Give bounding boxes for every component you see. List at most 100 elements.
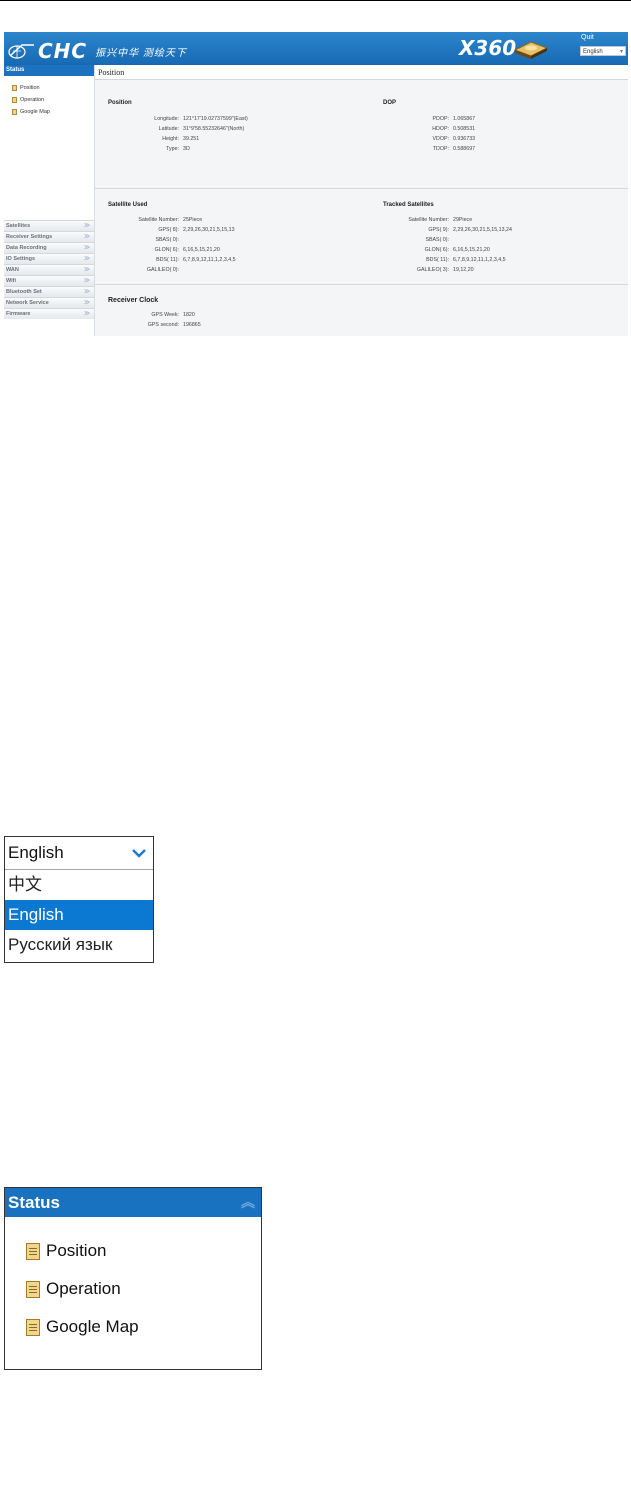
kv-value: 0.936733 bbox=[453, 136, 476, 142]
kv-value: 121°17'19.02737599"(East) bbox=[183, 116, 248, 122]
language-options: 中文 English Русский язык bbox=[5, 869, 153, 960]
kv-row: PDOP: 1.065867 bbox=[383, 116, 476, 122]
page-top-rule bbox=[0, 0, 631, 1]
sidebar-link-google-map[interactable]: Google Map bbox=[12, 106, 94, 118]
sidebar-section-label: Firmware bbox=[6, 311, 31, 317]
kv-label: BDS( 11): bbox=[156, 257, 179, 263]
sidebar-section-wifi[interactable]: Wifi ≫ bbox=[4, 275, 94, 286]
kv-row: Latitude: 31°9'58.55232646"(North) bbox=[105, 126, 245, 132]
clipboard-icon bbox=[26, 1280, 40, 1298]
kv-label: GPS Week: bbox=[151, 312, 179, 318]
tracked-satellites-heading: Tracked Satellites bbox=[383, 202, 434, 208]
kv-label: Height: bbox=[162, 136, 179, 142]
status-item-position[interactable]: Position bbox=[26, 1232, 261, 1270]
sidebar-status-header[interactable]: Status bbox=[4, 65, 94, 76]
status-item-label: Position bbox=[46, 1241, 107, 1260]
chevron-down-icon: ▾ bbox=[619, 49, 623, 55]
sidebar-section-label: Network Service bbox=[6, 300, 49, 306]
kv-row: Longitude: 121°17'19.02737599"(East) bbox=[105, 116, 248, 122]
kv-row: GPS second: 196865 bbox=[105, 322, 201, 328]
language-option-english[interactable]: English bbox=[5, 900, 153, 930]
kv-label: GLON( 6): bbox=[154, 247, 179, 253]
kv-value: 19,12,20 bbox=[453, 267, 474, 273]
sidebar-section-label: IO Settings bbox=[6, 256, 36, 262]
sidebar-section-data-recording[interactable]: Data Recording ≫ bbox=[4, 242, 94, 253]
kv-row: GPS Week: 1820 bbox=[105, 312, 195, 318]
sidebar: Status Position Operation Google Map Sat… bbox=[4, 65, 95, 336]
kv-value: 2,29,26,30,21,5,15,13,24 bbox=[453, 227, 512, 233]
receiver-device-icon bbox=[513, 41, 549, 59]
kv-row: GALILEO( 0): bbox=[105, 267, 183, 273]
kv-row: GALILEO( 3): 19,12,20 bbox=[383, 267, 474, 273]
sidebar-section-label: Wifi bbox=[6, 278, 17, 284]
kv-label: BDS( 11): bbox=[426, 257, 449, 263]
kv-label: GALILEO( 0): bbox=[146, 267, 179, 273]
chevron-down-icon: ≫ bbox=[83, 311, 90, 317]
sidebar-link-label: Operation bbox=[20, 96, 45, 103]
main-content: Position Position Longitude: 121°17'19.02… bbox=[95, 65, 628, 336]
globe-logo-icon bbox=[8, 44, 34, 59]
kv-label: SBAS( 0): bbox=[155, 237, 179, 243]
sidebar-section-label: Data Recording bbox=[6, 245, 47, 251]
kv-label: TDOP: bbox=[432, 146, 449, 152]
kv-value: 196865 bbox=[183, 322, 201, 328]
kv-value: 1820 bbox=[183, 312, 195, 318]
dop-heading: DOP bbox=[383, 100, 397, 106]
sidebar-section-io-settings[interactable]: IO Settings ≫ bbox=[4, 253, 94, 264]
sidebar-section-network-service[interactable]: Network Service ≫ bbox=[4, 297, 94, 308]
kv-row: TDOP: 0.588697 bbox=[383, 146, 475, 152]
sidebar-section-bluetooth-set[interactable]: Bluetooth Set ≫ bbox=[4, 286, 94, 297]
chevron-down-icon: ≫ bbox=[83, 245, 90, 251]
language-select-value: English bbox=[583, 49, 603, 55]
brand-name: CHC bbox=[38, 39, 88, 63]
chevron-down-icon: ≫ bbox=[83, 267, 90, 273]
position-dop-panel: Position Longitude: 121°17'19.02737599"(E… bbox=[95, 80, 628, 189]
language-dropdown-selected[interactable]: English bbox=[5, 837, 153, 869]
clipboard-icon bbox=[26, 1242, 40, 1260]
kv-label: Latitude: bbox=[158, 126, 179, 132]
chevron-down-icon: ≫ bbox=[83, 278, 90, 284]
kv-label: Type: bbox=[166, 146, 179, 152]
sidebar-section-wan[interactable]: WAN ≫ bbox=[4, 264, 94, 275]
kv-label: GLON( 6): bbox=[424, 247, 449, 253]
kv-row: Type: 3D bbox=[105, 146, 190, 152]
language-dropdown[interactable]: English 中文 English Русский язык bbox=[4, 836, 154, 963]
kv-label: Satellite Number: bbox=[138, 217, 179, 223]
status-item-label: Google Map bbox=[46, 1317, 139, 1336]
kv-label: SBAS( 0): bbox=[425, 237, 449, 243]
kv-row: Height: 39.251 bbox=[105, 136, 199, 142]
sidebar-section-label: Bluetooth Set bbox=[6, 289, 42, 295]
brand-slogan: 振兴中华 测绘天下 bbox=[95, 47, 187, 59]
kv-value: 3D bbox=[183, 146, 190, 152]
language-option-russian[interactable]: Русский язык bbox=[5, 930, 153, 960]
chevron-down-icon: ≫ bbox=[83, 289, 90, 295]
kv-row: Satellite Number: 29Piece bbox=[383, 217, 472, 223]
status-panel-header[interactable]: Status ︽ bbox=[5, 1188, 261, 1217]
sidebar-section-firmware[interactable]: Firmware ≫ bbox=[4, 308, 94, 319]
sidebar-section-satellites[interactable]: Satellites ≫ bbox=[4, 220, 94, 231]
kv-label: GPS( 8): bbox=[158, 227, 179, 233]
receiver-clock-panel: Receiver Clock GPS Week: 1820 GPS second:… bbox=[95, 284, 628, 336]
sidebar-link-operation[interactable]: Operation bbox=[12, 94, 94, 106]
language-option-chinese[interactable]: 中文 bbox=[5, 870, 153, 900]
kv-label: Longitude: bbox=[154, 116, 179, 122]
status-item-operation[interactable]: Operation bbox=[26, 1270, 261, 1308]
web-ui-screenshot: CHC 振兴中华 测绘天下 X360 Quit English ▾ Status… bbox=[4, 32, 628, 336]
status-item-google-map[interactable]: Google Map bbox=[26, 1308, 261, 1346]
sidebar-section-receiver-settings[interactable]: Receiver Settings ≫ bbox=[4, 231, 94, 242]
kv-label: VDOP: bbox=[432, 136, 449, 142]
kv-label: Satellite Number: bbox=[408, 217, 449, 223]
satellite-used-heading: Satellite Used bbox=[108, 202, 148, 208]
language-selected-value: English bbox=[8, 843, 64, 862]
position-heading: Position bbox=[108, 100, 132, 106]
clipboard-icon bbox=[26, 1318, 40, 1336]
chevron-down-icon bbox=[132, 849, 146, 858]
header-banner: CHC 振兴中华 测绘天下 X360 Quit English ▾ bbox=[4, 32, 628, 65]
sidebar-section-label: Receiver Settings bbox=[6, 234, 53, 240]
kv-value: 25Piece bbox=[183, 217, 203, 223]
device-model: X360 bbox=[459, 36, 517, 60]
kv-row: SBAS( 0): bbox=[105, 237, 183, 243]
sidebar-link-position[interactable]: Position bbox=[12, 82, 94, 94]
quit-link[interactable]: Quit bbox=[581, 34, 594, 41]
language-select[interactable]: English ▾ bbox=[580, 46, 626, 56]
